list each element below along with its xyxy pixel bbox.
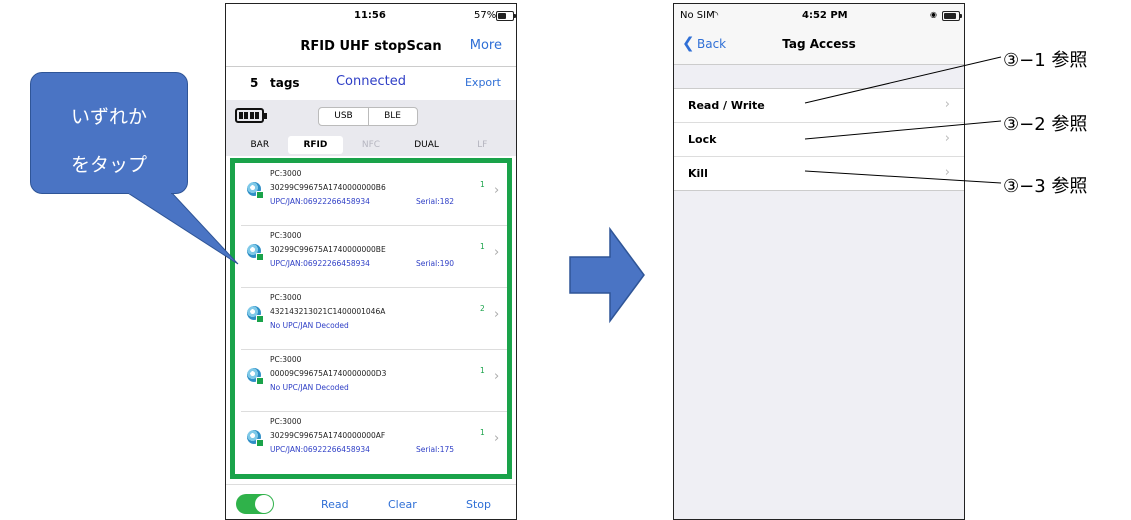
leader-line-lock: [804, 120, 1002, 140]
reference-label-2: ③−2 参照: [1003, 114, 1088, 135]
leader-line-read-write: [804, 56, 1002, 104]
reference-label-1: ③−1 参照: [1003, 50, 1088, 71]
reference-leader-lines: [804, 56, 1002, 184]
leader-line-kill: [804, 170, 1002, 184]
reference-label-3: ③−3 参照: [1003, 176, 1088, 197]
